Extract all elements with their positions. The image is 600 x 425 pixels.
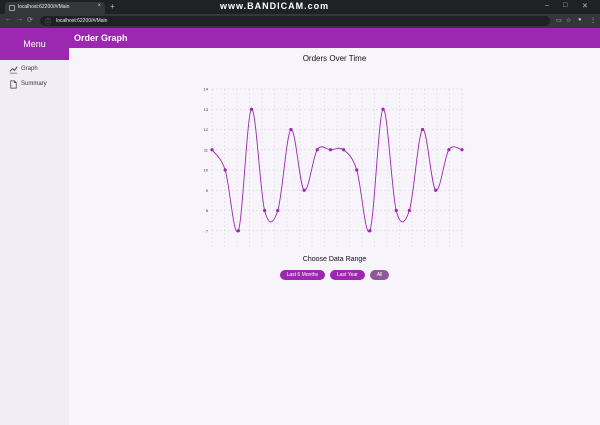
window-maximize-button[interactable]: □	[563, 2, 567, 9]
new-tab-button[interactable]: +	[110, 2, 115, 11]
data-point	[276, 208, 280, 213]
window-close-button[interactable]: ✕	[582, 2, 588, 10]
range-title: Choose Data Range	[302, 256, 367, 263]
sidebar: Menu Graph Summary	[0, 28, 69, 425]
sidebar-item-label: Graph	[21, 66, 38, 72]
more-menu-icon[interactable]: ⋮	[590, 17, 596, 24]
browser-toolbar: ← → ⟳ ⓘ localhost:62200/#/Main ▭ ☆ ● ⋮	[0, 14, 600, 28]
data-point	[407, 208, 411, 213]
data-point	[381, 107, 385, 111]
sidebar-item-graph[interactable]: Graph	[0, 63, 69, 77]
y-tick-label: 14	[204, 87, 209, 92]
browser-tab[interactable]: localhost:62200/#/Main ×	[5, 2, 105, 14]
url-text[interactable]: localhost:62200/#/Main	[56, 18, 107, 24]
data-point	[249, 107, 254, 111]
data-point	[420, 127, 425, 132]
last-year-button[interactable]: Last Year	[329, 270, 365, 280]
y-tick-label: 10	[204, 168, 209, 173]
tab-close-icon[interactable]: ×	[97, 3, 101, 9]
last-6-months-button[interactable]: Last 6 Months	[279, 270, 325, 280]
data-point	[394, 208, 398, 213]
range-button-group: Last 6 Months Last Year All	[69, 270, 600, 280]
y-tick-label: 9	[206, 188, 209, 193]
page-title: Order Graph	[74, 33, 128, 43]
data-point	[368, 229, 372, 233]
browser-tab-title: localhost:62200/#/Main	[18, 4, 70, 10]
data-point	[223, 168, 227, 172]
data-point	[210, 148, 214, 152]
address-bar[interactable]: ⓘ localhost:62200/#/Main	[40, 16, 550, 26]
y-tick-label: 13	[204, 107, 209, 112]
sidebar-header: Menu	[0, 28, 69, 60]
y-tick-label: 12	[204, 127, 209, 132]
data-point	[315, 148, 319, 152]
data-point	[302, 188, 306, 192]
sidebar-item-summary[interactable]: Summary	[0, 78, 69, 92]
data-point	[341, 148, 346, 152]
data-point	[263, 208, 267, 213]
data-point	[434, 188, 438, 192]
y-tick-label: 8	[206, 208, 209, 213]
site-info-icon[interactable]: ⓘ	[45, 17, 51, 26]
orders-line-chart: 6789101112131421/0121/0421/0721/1024/012…	[204, 87, 464, 248]
data-point	[355, 168, 359, 172]
window-minimize-button[interactable]: –	[545, 2, 549, 9]
recording-watermark: www.BANDICAM.com	[220, 1, 330, 11]
y-tick-label: 7	[206, 228, 209, 233]
page-favicon-icon	[9, 5, 15, 11]
chart-line-icon	[9, 66, 18, 74]
data-point	[447, 148, 451, 152]
data-point	[289, 127, 293, 132]
main-content: Orders Over Time 6789101112131421/0121/0…	[69, 48, 600, 425]
browser-tabstrip: localhost:62200/#/Main × + www.BANDICAM.…	[0, 0, 600, 14]
cast-icon[interactable]: ▭	[556, 17, 562, 24]
all-button[interactable]: All	[369, 270, 390, 280]
reload-button[interactable]: ⟳	[27, 16, 33, 24]
profile-icon[interactable]: ●	[578, 17, 582, 23]
data-point	[460, 148, 464, 152]
app-bar: Order Graph	[69, 28, 600, 48]
forward-button[interactable]: →	[16, 16, 23, 23]
bookmark-star-icon[interactable]: ☆	[566, 17, 571, 24]
document-icon	[10, 80, 17, 89]
back-button[interactable]: ←	[5, 16, 12, 23]
data-point	[328, 148, 333, 152]
data-point	[236, 229, 240, 233]
sidebar-item-label: Summary	[21, 81, 47, 87]
y-tick-label: 11	[204, 147, 209, 152]
app-root: Menu Graph Summary Order Graph Orders Ov…	[0, 28, 600, 425]
